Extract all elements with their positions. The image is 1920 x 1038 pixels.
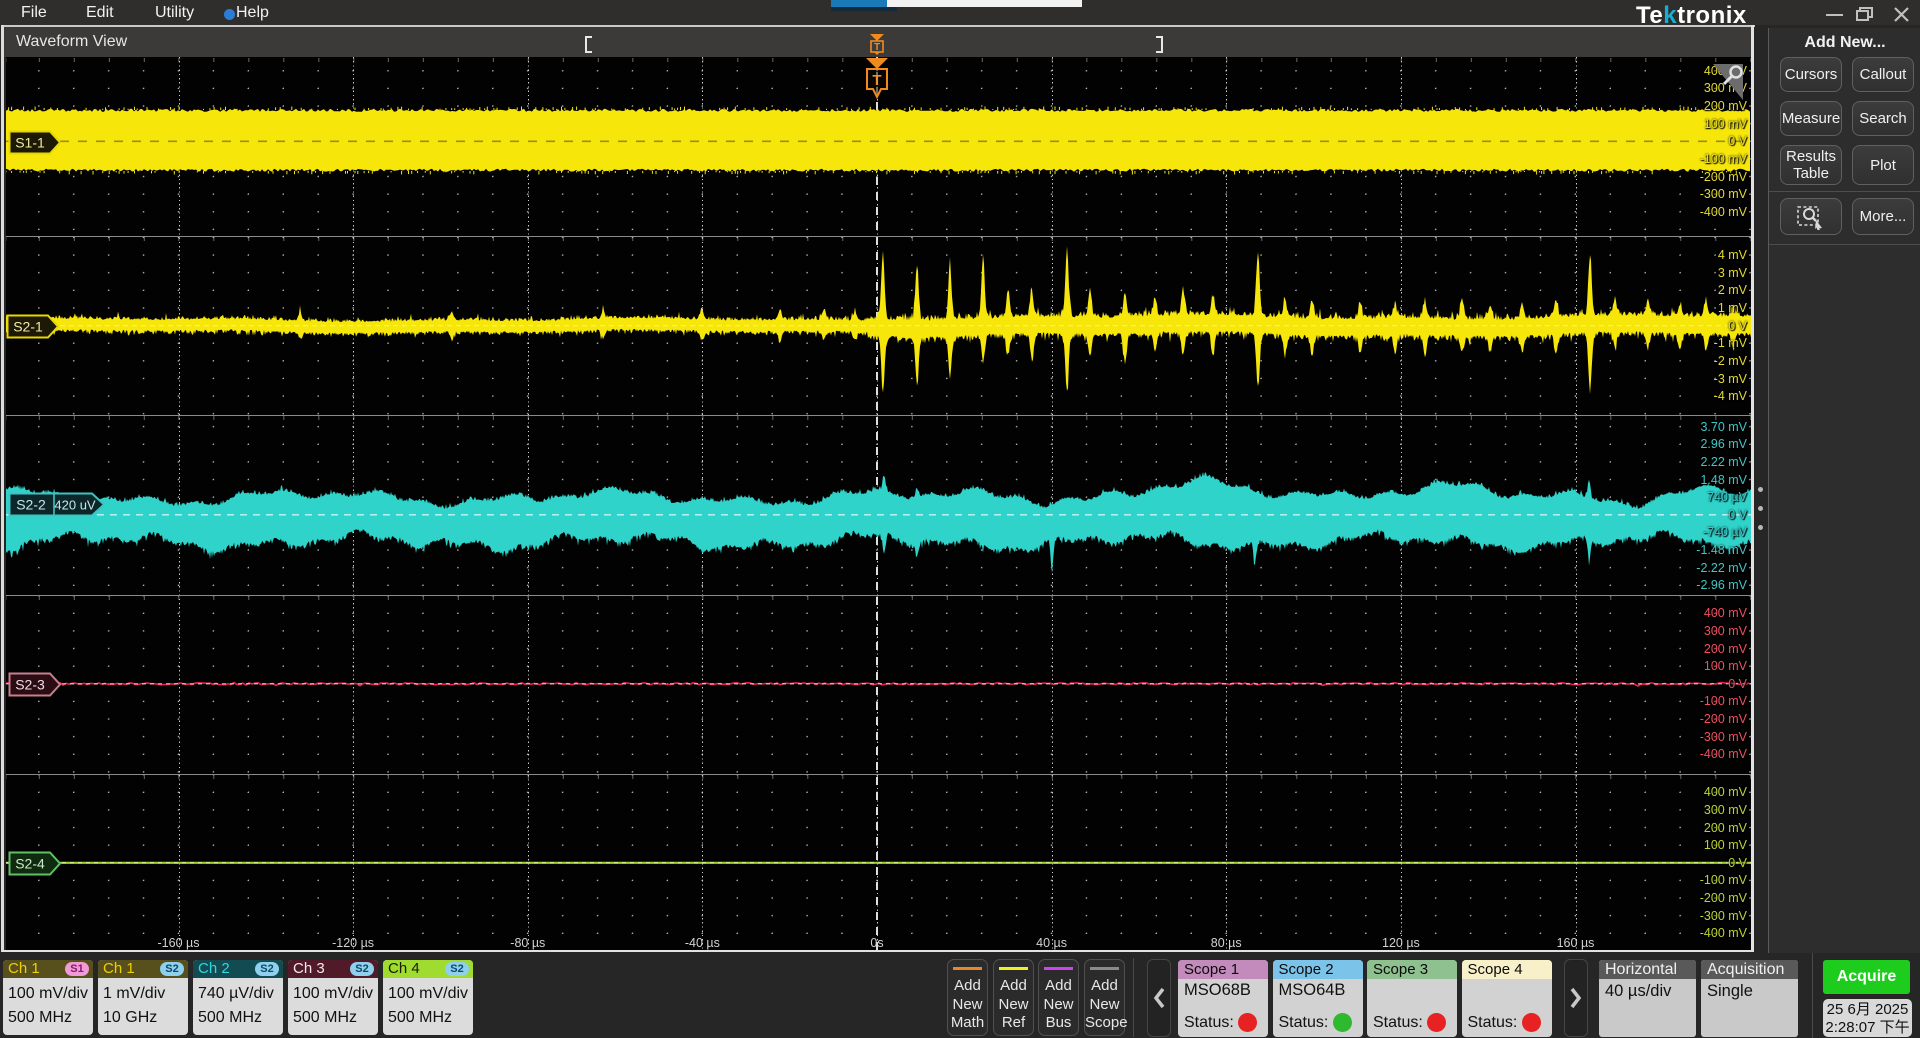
svg-text:S2-2: S2-2: [16, 497, 46, 513]
svg-text:S2-4: S2-4: [15, 856, 45, 872]
svg-text:S2-3: S2-3: [15, 677, 45, 693]
svg-text:420 uV: 420 uV: [54, 498, 96, 513]
svg-text:T: T: [874, 42, 880, 53]
svg-text:S2-1: S2-1: [13, 319, 43, 335]
svg-text:S1-1: S1-1: [15, 135, 45, 151]
svg-text:T: T: [872, 72, 881, 89]
